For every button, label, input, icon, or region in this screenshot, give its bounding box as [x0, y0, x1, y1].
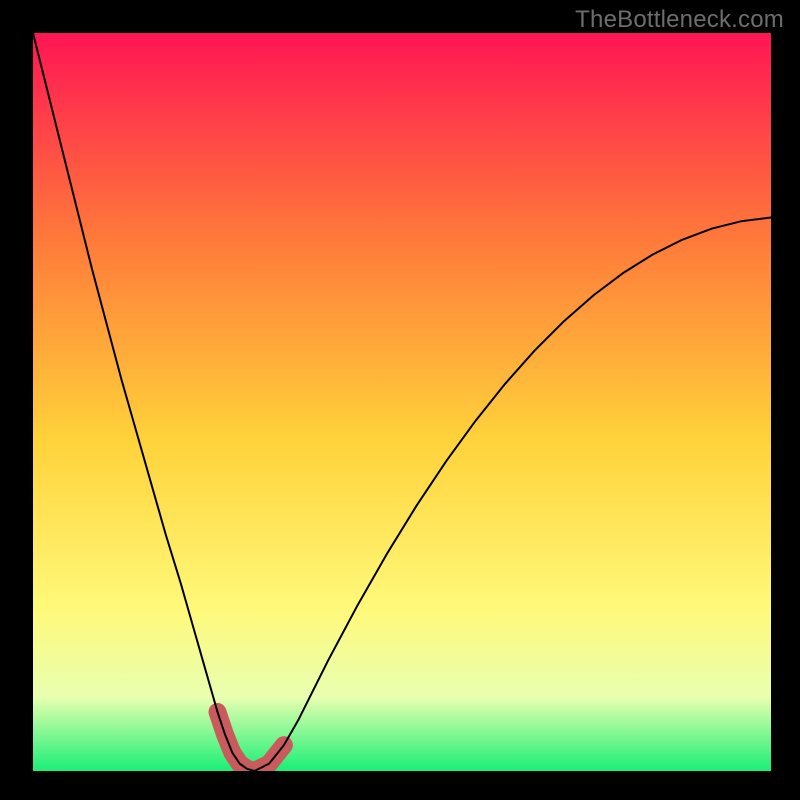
watermark-text: TheBottleneck.com: [575, 6, 784, 34]
gradient-background: [33, 33, 771, 771]
plot-area: [33, 33, 771, 771]
chart-frame: TheBottleneck.com: [0, 0, 800, 800]
chart-svg: [33, 33, 771, 771]
